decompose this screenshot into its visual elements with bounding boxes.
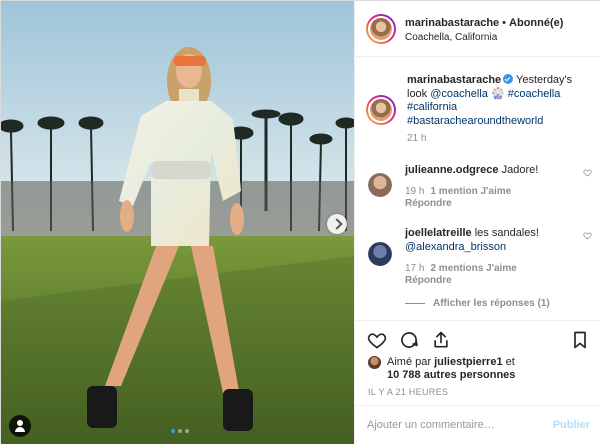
divider-line — [405, 302, 425, 304]
comment-text: Jadore! — [501, 164, 539, 176]
view-replies-label: Afficher les réponses (1) — [433, 298, 550, 309]
publish-button[interactable]: Publier — [553, 419, 590, 431]
author-avatar[interactable] — [366, 14, 396, 44]
comment-likes[interactable]: 2 mentions J'aime — [430, 263, 516, 274]
action-bar — [355, 320, 600, 358]
caption-username[interactable]: marinabastarache — [407, 74, 501, 86]
commenter-username[interactable]: julieanne.odgrece — [405, 164, 499, 176]
post-header: marinabastarache • Abonné(e) Coachella, Ca… — [355, 1, 600, 57]
photo-illustration — [1, 1, 354, 444]
likes-summary: Aimé par juliestpierre1 et 10 788 autres… — [355, 354, 600, 384]
user-icon[interactable] — [9, 415, 31, 437]
hashtag-coachella[interactable]: #coachella — [508, 88, 561, 100]
follow-status-button[interactable]: Abonné(e) — [509, 17, 563, 29]
comment-icon[interactable] — [399, 330, 419, 350]
heart-icon[interactable] — [583, 168, 592, 177]
add-comment-bar: Publier — [355, 405, 600, 444]
ferris-wheel-emoji: 🎡 — [490, 87, 505, 100]
caption-text: marinabastarache Yesterday's look @coach… — [407, 73, 593, 128]
carousel-dot — [185, 429, 189, 433]
bookmark-icon[interactable] — [570, 330, 590, 350]
commenter-username[interactable]: joellelatreille — [405, 227, 472, 239]
caption-time[interactable]: 21 h — [407, 133, 426, 144]
likes-conjunction: et — [505, 356, 515, 368]
likes-count[interactable]: 10 788 autres personnes — [387, 369, 515, 381]
posted-timestamp[interactable]: IL Y A 21 HEURES — [368, 387, 448, 397]
comment-time[interactable]: 19 h — [405, 186, 424, 197]
caption-avatar[interactable] — [366, 95, 396, 125]
verified-badge-icon — [503, 74, 514, 84]
next-photo-button[interactable] — [327, 214, 347, 234]
comment-time[interactable]: 17 h — [405, 263, 424, 274]
commenter-avatar[interactable] — [368, 242, 392, 266]
carousel-indicator — [171, 429, 189, 433]
hashtag-bastarache[interactable]: #bastarachearoundtheworld — [407, 115, 543, 127]
author-username[interactable]: marinabastarache — [405, 17, 499, 29]
likes-prefix: Aimé par — [387, 356, 432, 368]
caption-mention[interactable]: @coachella — [430, 88, 488, 100]
carousel-dot — [171, 429, 175, 433]
heart-icon[interactable] — [367, 330, 387, 350]
commenter-avatar[interactable] — [368, 173, 392, 197]
comment-mention[interactable]: @alexandra_brisson — [405, 241, 506, 253]
heart-icon[interactable] — [583, 231, 592, 240]
share-icon[interactable] — [431, 330, 451, 350]
post-modal: marinabastarache • Abonné(e) Coachella, Ca… — [0, 0, 600, 444]
post-photo[interactable] — [1, 1, 354, 444]
comment-text: les sandales! — [474, 227, 539, 239]
comment-likes[interactable]: 1 mention J'aime — [430, 186, 511, 197]
view-replies-button[interactable]: Afficher les réponses (1) — [405, 298, 550, 309]
liker-avatar[interactable] — [368, 356, 381, 369]
reply-button[interactable]: Répondre — [405, 275, 452, 286]
separator-dot: • — [502, 17, 507, 29]
reply-button[interactable]: Répondre — [405, 198, 452, 209]
post-location[interactable]: Coachella, California — [405, 32, 497, 43]
post-details-panel: marinabastarache • Abonné(e) Coachella, Ca… — [354, 1, 600, 444]
liker-username[interactable]: juliestpierre1 — [434, 356, 502, 368]
comment-input[interactable] — [367, 416, 537, 434]
hashtag-california[interactable]: #california — [407, 101, 457, 113]
carousel-dot — [178, 429, 182, 433]
